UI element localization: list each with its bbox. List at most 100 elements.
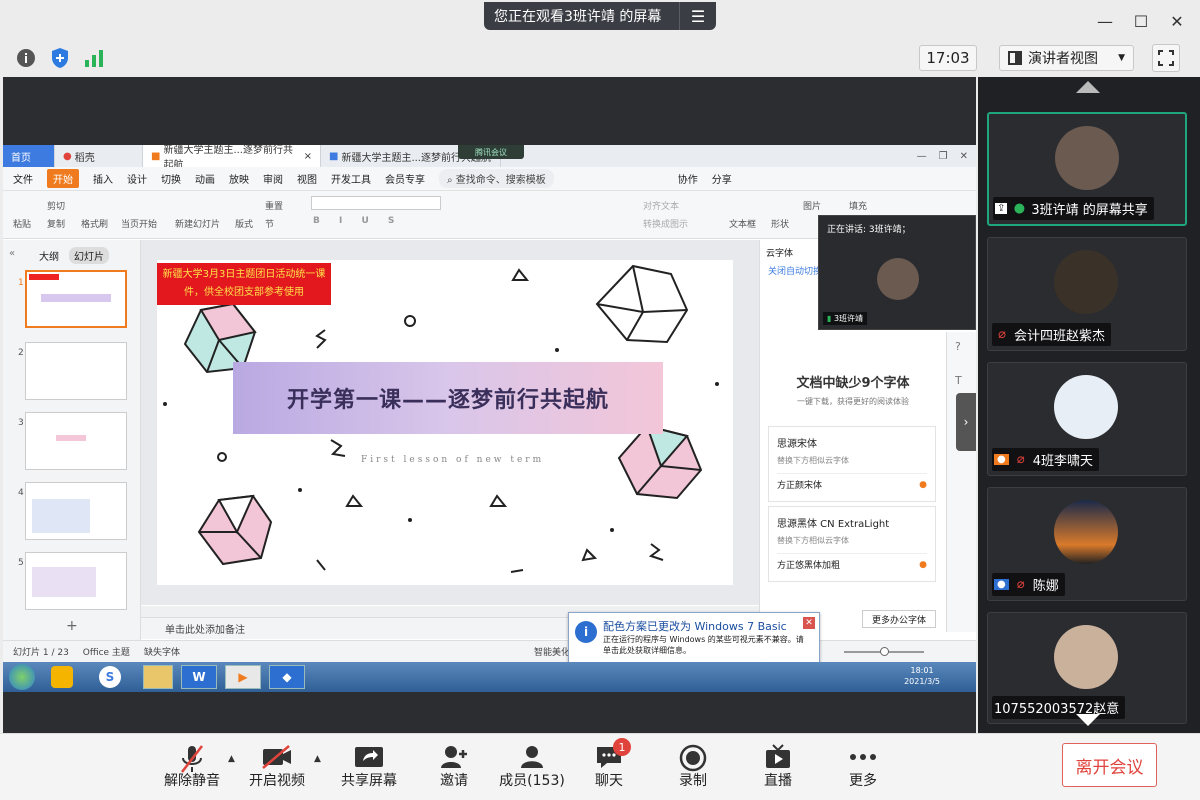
menu-collab[interactable]: 协作 — [678, 171, 698, 186]
zoom-slider[interactable] — [843, 646, 924, 656]
play-current-button[interactable]: 当页开始 — [121, 217, 157, 230]
new-slide-button[interactable]: 新建幻灯片 — [175, 217, 220, 230]
paste-button[interactable]: 粘贴 — [13, 217, 31, 230]
format-painter-button[interactable]: 格式刷 — [81, 217, 108, 230]
live-button[interactable]: 直播 — [738, 738, 818, 798]
close-button[interactable]: ✕ — [1164, 8, 1190, 34]
restore-icon[interactable]: ❐ — [939, 151, 948, 162]
tab-home[interactable]: 首页 — [3, 145, 55, 167]
minimize-icon[interactable]: — — [917, 151, 927, 162]
view-mode-select[interactable]: 演讲者视图 ▼ — [999, 45, 1134, 71]
download-icon[interactable]: ● — [919, 480, 927, 490]
missing-font-item[interactable]: 思源宋体 替换下方相似云字体 方正颜宋体 ● — [768, 426, 936, 502]
missing-fonts-status[interactable]: 缺失字体 — [144, 645, 180, 658]
close-icon[interactable]: ✕ — [960, 151, 968, 162]
scroll-up-icon[interactable] — [1076, 81, 1100, 93]
cut-button[interactable]: 剪切 — [47, 199, 65, 212]
sogou-icon[interactable]: S — [99, 666, 121, 688]
download-icon[interactable]: ● — [919, 560, 927, 570]
auto-switch-off-link[interactable]: 关闭自动切换 — [768, 264, 822, 277]
menu-file[interactable]: 文件 — [13, 171, 33, 186]
windows-notification[interactable]: i 配色方案已更改为 Windows 7 Basic 正在运行的程序与 Wind… — [568, 612, 820, 664]
slide-thumbnail-3[interactable] — [25, 412, 127, 470]
unmute-button[interactable]: 解除静音 — [152, 738, 232, 798]
folder-icon[interactable] — [143, 665, 173, 689]
smartart-button[interactable]: 转换成图示 — [643, 217, 688, 230]
menu-slideshow[interactable]: 放映 — [229, 171, 249, 186]
menu-review[interactable]: 审阅 — [263, 171, 283, 186]
menu-member[interactable]: 会员专享 — [385, 171, 425, 186]
add-slide-icon[interactable]: + — [66, 618, 78, 634]
menu-share[interactable]: 分享 — [712, 171, 732, 186]
list-icon[interactable]: ☰ — [680, 7, 716, 26]
tab-outline[interactable]: 大纲 — [39, 248, 59, 263]
menu-devtools[interactable]: 开发工具 — [331, 171, 371, 186]
leave-meeting-button[interactable]: 离开会议 — [1062, 743, 1157, 787]
chat-button[interactable]: 聊天 — [569, 738, 649, 798]
participant-tile[interactable]: ⇪ ● 3班许靖 的屏幕共享 — [987, 112, 1187, 226]
font-name-input[interactable] — [311, 196, 441, 210]
maximize-button[interactable]: ☐ — [1128, 8, 1154, 34]
tab-slides[interactable]: 幻灯片 — [69, 247, 109, 264]
panel-toggle-icon[interactable]: › — [956, 393, 976, 451]
app-icon[interactable] — [51, 666, 73, 688]
signal-icon[interactable] — [82, 46, 106, 70]
fullscreen-icon[interactable] — [1152, 44, 1180, 72]
collapse-icon[interactable]: « — [9, 248, 15, 259]
replacement-font[interactable]: 方正颜宋体 ● — [777, 473, 927, 495]
caret-up-icon[interactable]: ▲ — [314, 754, 321, 764]
close-icon[interactable]: × — [304, 151, 312, 162]
menu-insert[interactable]: 插入 — [93, 171, 113, 186]
align-text-button[interactable]: 对齐文本 — [643, 199, 679, 212]
menu-transition[interactable]: 切换 — [161, 171, 181, 186]
scroll-down-icon[interactable] — [1076, 714, 1100, 726]
current-slide[interactable]: 新疆大学3月3日主题团日活动统一课件，供全校团支部参考使用 开学第一课——逐梦前… — [157, 260, 733, 585]
invite-button[interactable]: 邀请 — [414, 738, 494, 798]
slide-thumbnail-4[interactable] — [25, 482, 127, 540]
meeting-app-icon[interactable]: ◆ — [269, 665, 305, 689]
section-button[interactable]: 节 — [265, 217, 274, 230]
close-icon[interactable]: ✕ — [803, 617, 815, 629]
participant-tile[interactable]: ● ⌀ 4班李啸天 — [987, 362, 1187, 476]
start-video-button[interactable]: 开启视频 — [237, 738, 317, 798]
layout-button[interactable]: 版式 — [235, 217, 253, 230]
slide-thumbnail-2[interactable] — [25, 342, 127, 400]
members-button[interactable]: 成员(153) — [492, 738, 572, 798]
slide-thumbnail-1[interactable] — [25, 270, 127, 328]
fill-button[interactable]: 填充 — [849, 199, 867, 212]
font-style-buttons[interactable]: B I U S — [313, 216, 402, 226]
share-banner[interactable]: 您正在观看3班许靖 的屏幕 ☰ — [484, 2, 716, 30]
start-button[interactable] — [9, 664, 35, 690]
caret-up-icon[interactable]: ▲ — [228, 754, 235, 764]
menu-design[interactable]: 设计 — [127, 171, 147, 186]
participant-tile[interactable]: 107552003572赵意 — [987, 612, 1187, 724]
shape-button[interactable]: 形状 — [771, 217, 789, 230]
menu-animation[interactable]: 动画 — [195, 171, 215, 186]
info-icon[interactable] — [14, 46, 38, 70]
replacement-font[interactable]: 方正悠黑体加粗 ● — [777, 553, 927, 575]
menu-view[interactable]: 视图 — [297, 171, 317, 186]
more-button[interactable]: 更多 — [823, 738, 903, 798]
wps-taskbar-icon[interactable]: W — [181, 665, 217, 689]
slide-thumbnail-5[interactable] — [25, 552, 127, 610]
shield-icon[interactable] — [48, 46, 72, 70]
picture-button[interactable]: 图片 — [803, 199, 821, 212]
zoom-knob[interactable] — [879, 646, 889, 656]
player-icon[interactable]: ▶ — [225, 665, 261, 689]
smart-beautify-button[interactable]: 智能美化 — [534, 645, 570, 658]
reset-button[interactable]: 重置 — [265, 199, 283, 212]
participant-tile[interactable]: ● ⌀ 陈娜 — [987, 487, 1187, 601]
textbox-button[interactable]: 文本框 — [729, 217, 756, 230]
command-search[interactable]: ⌕ 查找命令、搜索模板 — [439, 169, 554, 188]
tab-docer[interactable]: ● 稻壳 — [55, 145, 143, 167]
record-button[interactable]: 录制 — [653, 738, 733, 798]
copy-button[interactable]: 复制 — [47, 217, 65, 230]
help-icon[interactable]: ? — [955, 340, 961, 353]
missing-font-item[interactable]: 思源黑体 CN ExtraLight 替换下方相似云字体 方正悠黑体加粗 ● — [768, 506, 936, 582]
participant-tile[interactable]: ⌀ 会计四班赵紫杰 — [987, 237, 1187, 351]
tab-doc-1[interactable]: ■ 新疆大学主题主...逐梦前行共起航 × — [143, 145, 321, 171]
share-screen-button[interactable]: 共享屏幕 — [329, 738, 409, 798]
text-icon[interactable]: T — [955, 374, 962, 387]
menu-start[interactable]: 开始 — [47, 169, 79, 188]
more-fonts-button[interactable]: 更多办公字体 — [862, 610, 936, 628]
